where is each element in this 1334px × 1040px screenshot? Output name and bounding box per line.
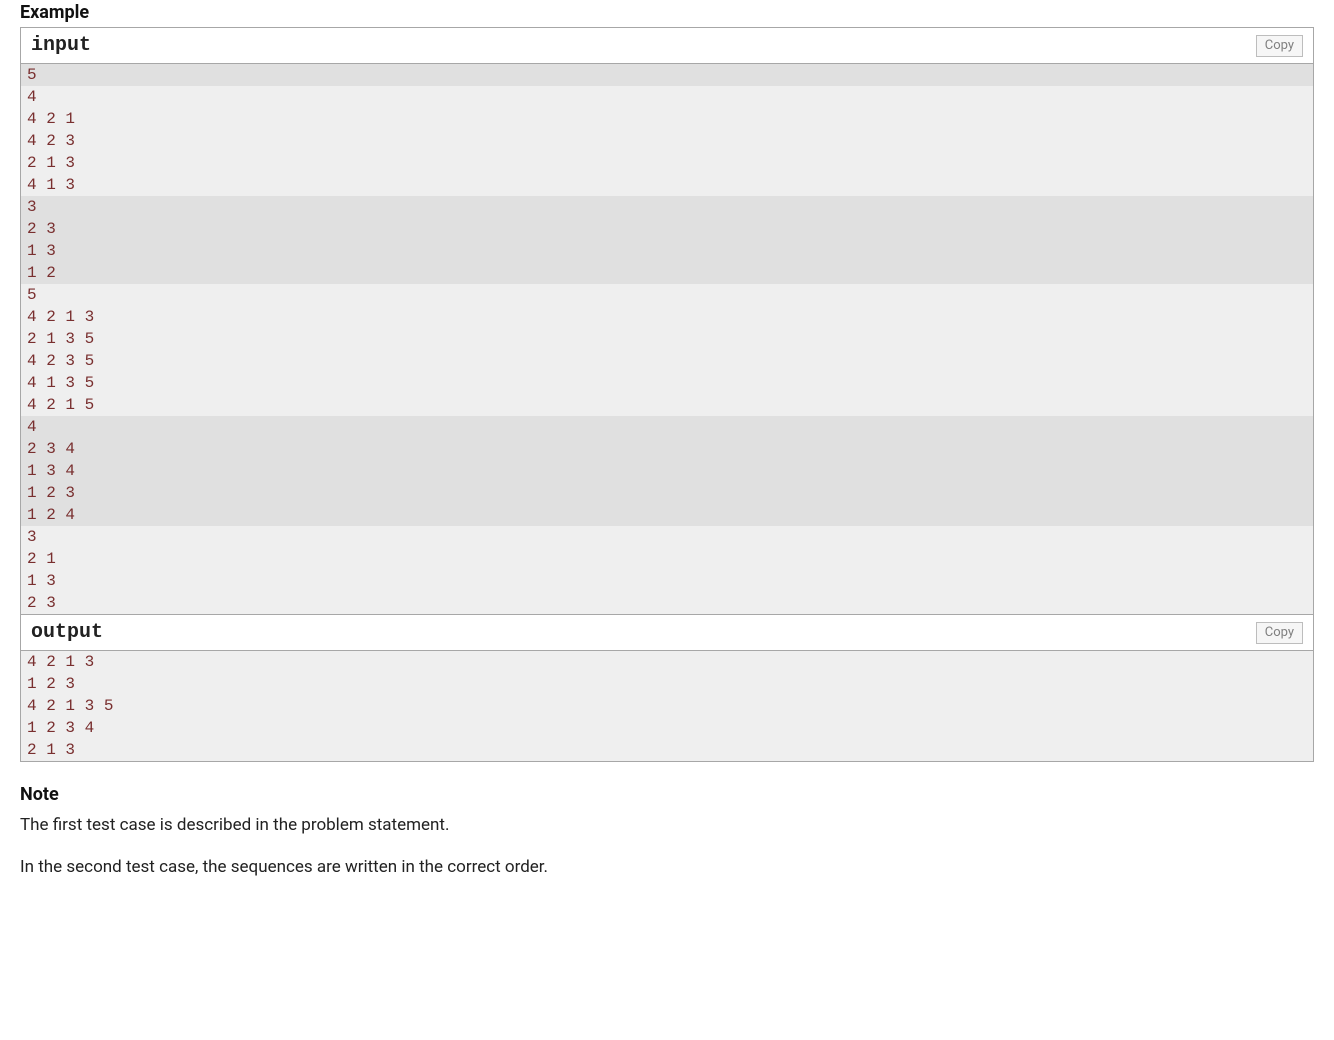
code-line: 4 2 1 [21,108,1313,130]
input-label: input [31,34,91,57]
code-line: 1 2 [21,262,1313,284]
code-line: 4 2 3 [21,130,1313,152]
code-line: 5 [21,284,1313,306]
input-code: 544 2 14 2 32 1 34 1 332 31 31 254 2 1 3… [21,64,1313,614]
copy-output-button[interactable]: Copy [1256,622,1303,644]
note-paragraph: The first test case is described in the … [20,813,1314,837]
note-body: The first test case is described in the … [20,813,1314,879]
code-line: 2 3 [21,592,1313,614]
code-line: 1 3 4 [21,460,1313,482]
note-heading: Note [20,784,1314,805]
code-line: 1 3 [21,570,1313,592]
code-line: 2 3 [21,218,1313,240]
note-paragraph: In the second test case, the sequences a… [20,855,1314,879]
output-header: output Copy [21,614,1313,651]
code-line: 2 1 3 [21,152,1313,174]
output-code: 4 2 1 31 2 34 2 1 3 51 2 3 42 1 3 [21,651,1313,761]
code-line: 1 2 3 [21,673,1313,695]
code-line: 1 3 [21,240,1313,262]
code-line: 3 [21,526,1313,548]
code-line: 4 [21,86,1313,108]
example-heading: Example [20,2,1314,23]
code-line: 1 2 3 [21,482,1313,504]
code-line: 4 2 1 3 [21,306,1313,328]
code-line: 4 2 1 3 5 [21,695,1313,717]
code-line: 2 1 [21,548,1313,570]
code-line: 2 1 3 [21,739,1313,761]
code-line: 4 2 1 5 [21,394,1313,416]
code-line: 5 [21,64,1313,86]
example-block: input Copy 544 2 14 2 32 1 34 1 332 31 3… [20,27,1314,762]
code-line: 4 1 3 5 [21,372,1313,394]
input-header: input Copy [21,28,1313,64]
code-line: 4 [21,416,1313,438]
code-line: 4 2 1 3 [21,651,1313,673]
code-line: 2 1 3 5 [21,328,1313,350]
code-line: 3 [21,196,1313,218]
code-line: 4 2 3 5 [21,350,1313,372]
copy-input-button[interactable]: Copy [1256,35,1303,57]
code-line: 1 2 4 [21,504,1313,526]
code-line: 1 2 3 4 [21,717,1313,739]
code-line: 2 3 4 [21,438,1313,460]
code-line: 4 1 3 [21,174,1313,196]
output-label: output [31,621,103,644]
